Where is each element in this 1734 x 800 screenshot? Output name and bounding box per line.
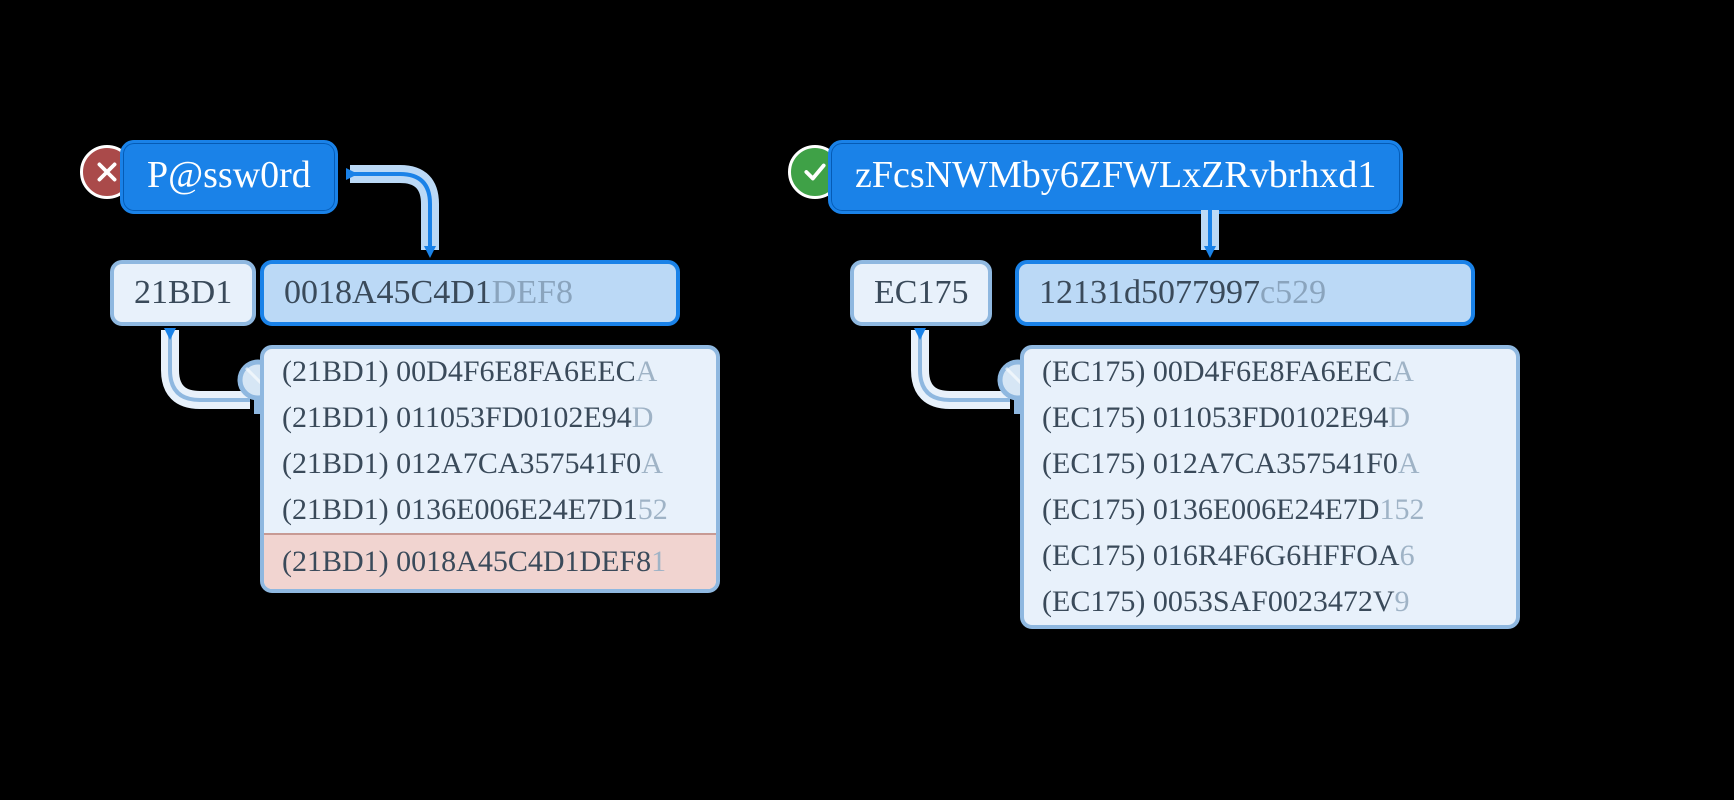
password-pill: zFcsNWMby6ZFWLxZRvbrhxd1 [828, 140, 1403, 214]
row-prefix: (EC175) [1042, 539, 1145, 572]
password-text: P@ssw0rd [147, 154, 311, 196]
row-hash: 012A7CA357541F0 [396, 447, 641, 480]
results-list: (21BD1) 00D4F6E8FA6EECA(21BD1) 011053FD0… [260, 345, 720, 593]
result-row: (21BD1) 0136E006E24E7D152 [264, 487, 716, 533]
password-pill: P@ssw0rd [120, 140, 338, 214]
row-hash: 011053FD0102E94 [1153, 401, 1389, 434]
result-row: (EC175) 016R4F6G6HFFOA6 [1024, 533, 1516, 579]
row-hash: 0053SAF0023472V [1153, 585, 1395, 618]
row-hash-faded: D [632, 401, 654, 434]
row-prefix: (21BD1) [282, 545, 389, 578]
result-row: (EC175) 00D4F6E8FA6EECA [1024, 349, 1516, 395]
result-row-match: (21BD1) 0018A45C4D1DEF81 [264, 533, 716, 589]
results-list: (EC175) 00D4F6E8FA6EECA(EC175) 011053FD0… [1020, 345, 1520, 629]
row-prefix: (21BD1) [282, 493, 389, 526]
row-hash-faded: A [1398, 447, 1420, 480]
hash-prefix-box: EC175 [850, 260, 992, 326]
row-prefix: (EC175) [1042, 401, 1145, 434]
result-row: (EC175) 012A7CA357541F0A [1024, 441, 1516, 487]
hash-prefix-text: EC175 [874, 274, 968, 311]
row-hash-faded: 9 [1395, 585, 1410, 618]
hash-suffix-box: 12131d5077997c529 [1015, 260, 1475, 326]
hash-visible: 0018A45C4D1 [284, 274, 492, 311]
row-hash-faded: 1 [651, 545, 666, 578]
row-prefix: (21BD1) [282, 355, 389, 388]
result-row: (21BD1) 00D4F6E8FA6EECA [264, 349, 716, 395]
result-row: (21BD1) 011053FD0102E94D [264, 395, 716, 441]
row-hash: 016R4F6G6HFFOA [1153, 539, 1400, 572]
row-hash: 00D4F6E8FA6EEC [396, 355, 635, 388]
row-hash: 011053FD0102E94 [396, 401, 632, 434]
row-hash-faded: A [1392, 355, 1414, 388]
hash-suffix-box: 0018A45C4D1DEF8 [260, 260, 680, 326]
row-prefix: (EC175) [1042, 585, 1145, 618]
row-hash-faded: 52 [638, 493, 668, 526]
hash-prefix-box: 21BD1 [110, 260, 256, 326]
row-hash: 012A7CA357541F0 [1153, 447, 1398, 480]
row-hash: 0136E006E24E7D [1153, 493, 1380, 526]
hash-visible: 12131d5077997 [1039, 274, 1260, 311]
hash-faded: DEF8 [492, 274, 573, 311]
check-icon [802, 159, 828, 185]
row-prefix: (EC175) [1042, 447, 1145, 480]
hash-prefix-text: 21BD1 [134, 274, 232, 311]
row-hash: 0136E006E24E7D1 [396, 493, 638, 526]
row-prefix: (21BD1) [282, 401, 389, 434]
row-hash-faded: A [641, 447, 663, 480]
row-hash-faded: A [636, 355, 658, 388]
x-icon [94, 159, 120, 185]
row-hash-faded: 152 [1379, 493, 1424, 526]
row-prefix: (21BD1) [282, 447, 389, 480]
row-hash-faded: D [1388, 401, 1410, 434]
row-prefix: (EC175) [1042, 493, 1145, 526]
row-hash-faded: 6 [1400, 539, 1415, 572]
result-row: (EC175) 0136E006E24E7D152 [1024, 487, 1516, 533]
row-prefix: (EC175) [1042, 355, 1145, 388]
password-text: zFcsNWMby6ZFWLxZRvbrhxd1 [855, 154, 1376, 196]
row-hash: 0018A45C4D1DEF8 [396, 545, 651, 578]
result-row: (21BD1) 012A7CA357541F0A [264, 441, 716, 487]
row-hash: 00D4F6E8FA6EEC [1153, 355, 1392, 388]
result-row: (EC175) 0053SAF0023472V9 [1024, 579, 1516, 625]
hash-faded: c529 [1260, 274, 1326, 311]
result-row: (EC175) 011053FD0102E94D [1024, 395, 1516, 441]
